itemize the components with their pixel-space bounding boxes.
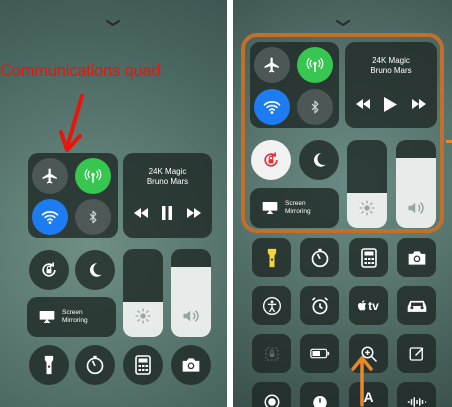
guided-access-button[interactable] [252,334,291,373]
airplane-icon [42,168,57,184]
low-power-mode-button[interactable] [300,334,339,373]
alarm-icon [311,296,328,314]
pause-icon[interactable] [161,206,173,220]
fast-forward-icon[interactable] [187,208,202,218]
timer-icon [311,248,328,267]
rotation-lock-icon [42,262,56,277]
flashlight-icon [44,355,54,375]
chevron-down-icon[interactable] [336,20,350,26]
screen-mirroring-button[interactable]: Screen Mirroring [27,297,116,337]
apple-tv-label: tv [368,298,379,313]
flashlight-button[interactable] [29,345,69,385]
volume-fill [171,266,211,337]
cellular-data-button[interactable] [75,158,111,194]
accessibility-shortcut-button[interactable] [252,286,291,325]
record-icon [264,394,279,407]
rotation-lock-button[interactable] [29,250,69,290]
notes-button[interactable] [397,334,436,373]
calculator-icon [360,247,377,268]
annotation-label: Communications quad [0,62,161,80]
timer-icon [86,355,104,375]
speaker-icon [183,310,199,322]
rewind-icon[interactable] [133,208,148,218]
highlight-box [241,33,444,233]
timer-button[interactable] [300,238,339,277]
screen-recording-button[interactable] [252,382,291,407]
annotation-arrow [59,94,84,152]
screen-mirroring-label-2: Mirroring [62,317,88,324]
calculator-button[interactable] [349,238,388,277]
battery-icon [309,348,329,359]
stopwatch-icon [312,395,327,407]
bluetooth-button[interactable] [75,199,111,235]
camera-button[interactable] [171,345,211,385]
song-title: 24K Magic [148,167,187,176]
camera-icon [182,358,200,372]
stopwatch-button[interactable] [300,382,339,407]
screen-mirroring-icon [39,311,55,323]
do-not-disturb-button[interactable] [75,250,115,290]
car-icon [407,300,426,312]
wifi-icon [41,211,59,224]
connectivity-quad[interactable] [28,153,118,238]
timer-button[interactable] [75,345,115,385]
song-artist: Bruno Mars [146,177,189,186]
camera-icon [408,250,425,265]
accessibility-icon [262,296,281,315]
moon-icon [89,263,102,277]
calculator-icon [135,355,151,375]
notes-icon [409,346,424,361]
waveform-icon [407,396,426,407]
brightness-slider[interactable] [123,249,163,337]
airplane-mode-button[interactable] [32,158,68,194]
voice-memos-button[interactable] [397,382,436,407]
volume-slider[interactable] [171,249,211,337]
alarm-button[interactable] [300,286,339,325]
apple-tv-icon [358,300,367,311]
apple-tv-remote-button[interactable]: tv [349,286,388,325]
flashlight-button[interactable] [252,238,291,277]
annotation-arrow-up [351,356,373,407]
calculator-button[interactable] [123,345,163,385]
now-playing-tile[interactable]: 24K Magic Bruno Mars [123,153,212,238]
bluetooth-icon [89,210,97,224]
brightness-icon [135,308,151,324]
lock-icon [264,346,279,361]
edge-marker [446,140,452,143]
cellular-icon [84,168,102,183]
chevron-down-icon[interactable] [106,20,120,26]
camera-button[interactable] [397,238,436,277]
wifi-button[interactable] [32,199,68,235]
screen-mirroring-label-1: Screen [62,309,83,316]
carplay-button[interactable] [397,286,436,325]
flashlight-icon [267,248,276,267]
